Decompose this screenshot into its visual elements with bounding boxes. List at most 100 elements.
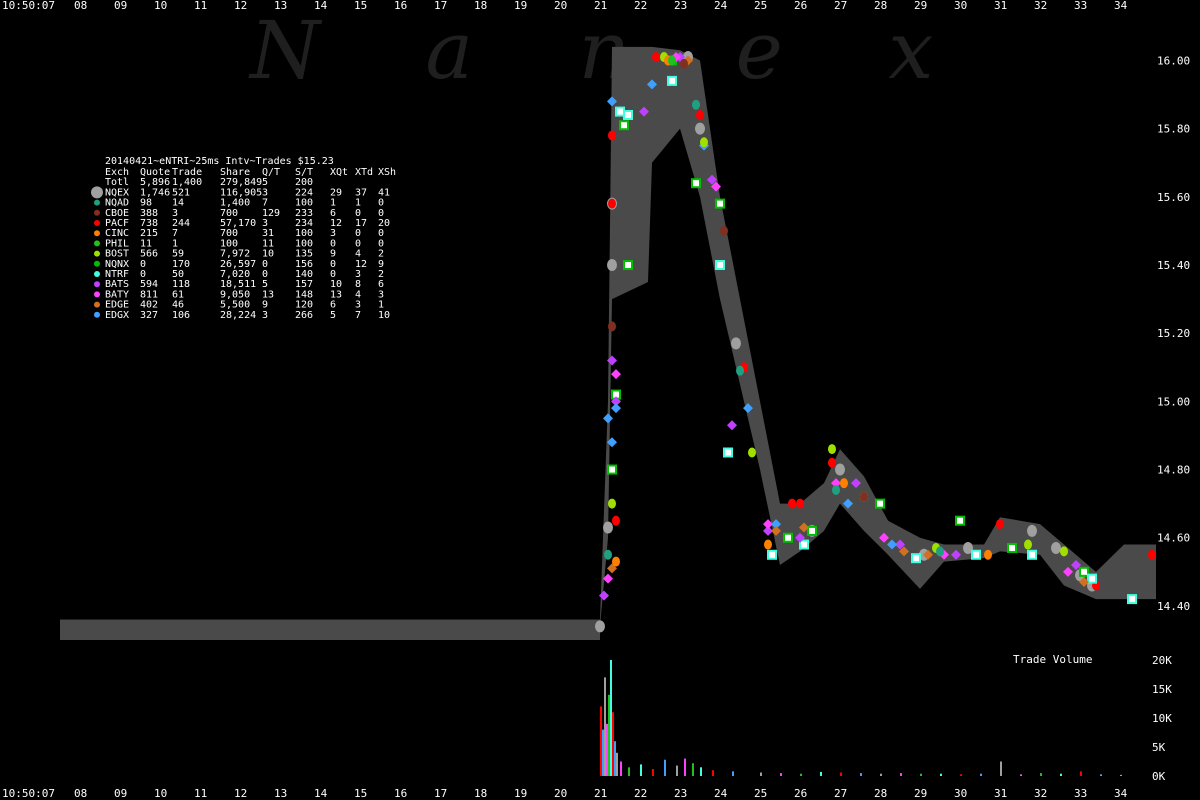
- legend-row-edgx-cell: 5: [330, 310, 336, 321]
- y-tick-label: 14.60: [1157, 532, 1190, 545]
- trade-point-nqnx: [955, 515, 965, 526]
- volume-bar: [1040, 773, 1042, 776]
- x-tick-label-top: 29: [914, 0, 927, 12]
- trade-point-ntrf: [799, 539, 809, 550]
- trade-point-bost: [608, 498, 616, 509]
- trade-point-ntrf: [767, 549, 777, 560]
- y-tick-label: 15.00: [1157, 395, 1190, 408]
- watermark: N a n e x: [248, 4, 973, 97]
- volume-bar: [800, 773, 802, 776]
- trade-point-nqnx: [607, 464, 617, 475]
- trade-point-pacf: [608, 130, 616, 141]
- legend-row-edgx-cell: 10: [378, 310, 390, 321]
- legend-row-edgx-cell: 327: [140, 310, 158, 321]
- x-tick-label-bottom: 33: [1074, 787, 1087, 800]
- trade-point-ntrf: [715, 260, 725, 270]
- x-tick-label-bottom: 28: [874, 787, 887, 800]
- volume-bar: [840, 772, 842, 776]
- legend-swatch-pacf: [94, 220, 100, 226]
- volume-bar: [760, 772, 762, 776]
- volume-tick-label: 20K: [1152, 654, 1172, 667]
- trade-point-nqnx: [783, 532, 793, 543]
- trade-point-ntrf: [1127, 594, 1137, 605]
- volume-bar: [652, 769, 654, 776]
- volume-bar: [920, 773, 922, 776]
- x-tick-label-bottom: 18: [474, 787, 487, 800]
- x-tick-label-top: 24: [714, 0, 728, 12]
- trade-point-cboe: [860, 491, 868, 502]
- legend-row-edgx-cell: 266: [295, 310, 313, 321]
- trade-point-pacf: [608, 198, 616, 209]
- volume-tick-label: 5K: [1152, 741, 1166, 754]
- trade-point-nqad: [936, 546, 944, 557]
- volume-bar: [610, 660, 612, 776]
- x-tick-label-top: 26: [794, 0, 807, 12]
- trade-point-ntrf: [623, 110, 633, 120]
- x-tick-label-top: 34: [1114, 0, 1128, 12]
- trade-point-cinc: [764, 539, 772, 550]
- x-tick-label-top: 20: [554, 0, 567, 12]
- trade-point-pacf: [1148, 549, 1156, 560]
- legend-swatch-cinc: [94, 230, 100, 237]
- trade-point-nqnx: [1079, 566, 1089, 577]
- volume-bar: [600, 706, 602, 776]
- trade-point-nqnx: [623, 260, 633, 270]
- x-tick-label-bottom: 23: [674, 787, 687, 800]
- trade-point-nqad: [604, 549, 612, 560]
- trade-point-pacf: [996, 519, 1004, 530]
- trade-point-bost: [748, 447, 756, 458]
- y-tick-label: 15.20: [1157, 327, 1190, 340]
- legend-swatch-bats: [94, 281, 100, 288]
- volume-bar: [1020, 774, 1022, 776]
- volume-bar: [604, 677, 606, 776]
- volume-bar: [608, 694, 610, 776]
- trade-point-nqex: [1051, 541, 1061, 554]
- top-time-label: 10:50:07: [2, 0, 55, 12]
- volume-bar: [616, 752, 618, 776]
- trade-point-bost: [700, 137, 708, 148]
- x-tick-label-bottom: 21: [594, 787, 607, 800]
- x-tick-label-bottom: 30: [954, 787, 967, 800]
- y-tick-label: 14.40: [1157, 600, 1190, 613]
- volume-bar: [712, 770, 714, 776]
- trade-point-pacf: [828, 457, 836, 468]
- x-tick-label-bottom: 20: [554, 787, 567, 800]
- trade-point-cboe: [720, 225, 728, 236]
- trade-point-nqex: [1027, 524, 1037, 537]
- trade-point-ntrf: [667, 75, 677, 86]
- volume-bar: [684, 758, 686, 776]
- legend-row-edgx-cell: 106: [172, 310, 190, 321]
- volume-bar: [606, 723, 608, 776]
- x-tick-label-top: 22: [634, 0, 647, 12]
- x-tick-label-top: 19: [514, 0, 527, 12]
- legend-header-cell: XTd: [355, 167, 373, 178]
- x-tick-label-bottom: 08: [74, 787, 87, 800]
- volume-bar: [612, 712, 614, 776]
- legend-row-edgx-cell: EDGX: [105, 310, 129, 321]
- legend-swatch-nqad: [94, 199, 100, 206]
- trade-point-nqnx: [875, 498, 885, 509]
- legend-header-cell: XSh: [378, 167, 396, 178]
- legend-swatch-edge: [94, 301, 100, 308]
- volume-bar: [676, 765, 678, 776]
- x-tick-label-bottom: 19: [514, 787, 527, 800]
- volume-bar: [940, 773, 942, 776]
- legend-row-edgx-cell: 7: [355, 310, 361, 321]
- x-tick-label-bottom: 26: [794, 787, 807, 800]
- x-tick-label-top: 17: [434, 0, 447, 12]
- trade-point-cinc: [612, 556, 620, 567]
- x-tick-label-top: 16: [394, 0, 407, 12]
- volume-bar: [900, 773, 902, 776]
- y-tick-label: 15.80: [1157, 123, 1190, 136]
- x-tick-label-top: 12: [234, 0, 247, 12]
- x-tick-label-top: 33: [1074, 0, 1087, 12]
- legend-swatch-bost: [94, 250, 100, 257]
- x-tick-label-top: 21: [594, 0, 607, 12]
- trade-point-ntrf: [971, 549, 981, 560]
- x-tick-label-bottom: 22: [634, 787, 647, 800]
- volume-title: Trade Volume: [1013, 653, 1092, 666]
- volume-tick-label: 0K: [1152, 770, 1166, 783]
- trade-point-nqex: [731, 337, 741, 350]
- trade-point-nqex: [835, 463, 845, 476]
- legend-header-cell: XQt: [330, 167, 348, 178]
